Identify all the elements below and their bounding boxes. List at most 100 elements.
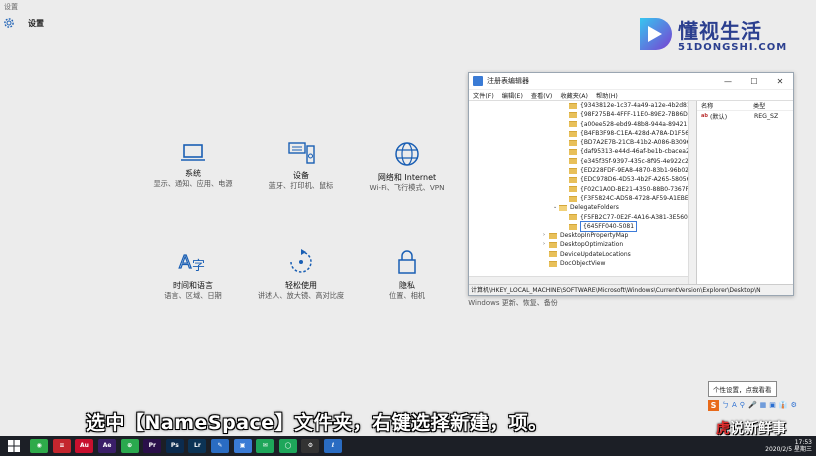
registry-tree[interactable]: {9343812e-1c37-4a49-a12e-4b2d810 {98F275B… bbox=[469, 101, 697, 284]
start-button[interactable] bbox=[0, 440, 28, 452]
tree-key-label: {B4FB3F98-C1EA-428d-A78A-D1F56 bbox=[580, 129, 690, 137]
tile-devices-desc: 蓝牙、打印机、鼠标 bbox=[268, 181, 334, 190]
folder-icon bbox=[569, 111, 577, 118]
tree-key-label: {EDC978D6-4D53-4b2F-A265-5805674 bbox=[580, 176, 697, 184]
tree-row[interactable]: {a00ee528-ebd9-48b8-944a-894211 bbox=[469, 120, 696, 129]
ime-toolbar[interactable]: S ㄅ A ⚲ 🎤 ▦ ▣ 👔 ⚙ bbox=[708, 399, 816, 411]
folder-icon bbox=[569, 130, 577, 137]
ime-tool-icon[interactable]: ⚲ bbox=[740, 401, 745, 409]
taskbar-pinned-apps: ◉ ≡ Au Ae ⊕ Pr Ps Lr ✎ ▣ ✉ ◯ ⚙ ℓ bbox=[28, 439, 344, 453]
tile-network-desc: Wi-Fi、飞行模式、VPN bbox=[369, 183, 445, 192]
column-name[interactable]: 名称 bbox=[701, 101, 753, 110]
tile-system[interactable]: 系统 显示、通知、应用、电源 bbox=[138, 142, 248, 189]
taskbar-app-icon[interactable]: Au bbox=[75, 439, 94, 453]
tree-row[interactable]: {BD7A2E7B-21CB-41b2-A086-B309684 bbox=[469, 138, 696, 147]
tree-key-label: {BD7A2E7B-21CB-41b2-A086-B309684 bbox=[580, 139, 697, 147]
ime-tool-icon[interactable]: ▦ bbox=[760, 401, 767, 409]
regedit-titlebar[interactable]: 注册表编辑器 — ☐ ✕ bbox=[469, 73, 793, 90]
tree-row[interactable]: {B4FB3F98-C1EA-428d-A78A-D1F56 bbox=[469, 129, 696, 138]
folder-icon bbox=[569, 139, 577, 146]
maximize-button[interactable]: ☐ bbox=[741, 77, 767, 86]
tree-key-label: DesktopInPropertyMap bbox=[560, 232, 629, 240]
minimize-button[interactable]: — bbox=[715, 77, 741, 86]
tree-key-label: DesktopOptimization bbox=[560, 241, 624, 249]
taskbar-app-icon[interactable]: ⊕ bbox=[120, 439, 139, 453]
taskbar-app-icon[interactable]: ✉ bbox=[256, 439, 275, 453]
tree-row[interactable]: {e345f35f-9397-435c-8f95-4e922c26 bbox=[469, 157, 696, 166]
ime-tool-icon[interactable]: A bbox=[732, 401, 737, 409]
tree-row[interactable]: {645FF040-5081 bbox=[469, 220, 696, 233]
folder-icon bbox=[549, 251, 557, 258]
ime-tool-icon[interactable]: ㄅ bbox=[722, 400, 729, 410]
taskbar-app-icon[interactable]: ◉ bbox=[30, 439, 49, 453]
taskbar-app-icon[interactable]: Ps bbox=[165, 439, 184, 453]
system-clock[interactable]: 17:53 2020/2/5 星期三 bbox=[765, 439, 816, 453]
tree-row[interactable]: DocObjectView bbox=[469, 259, 696, 268]
taskbar-app-icon[interactable]: ⚙ bbox=[301, 439, 320, 453]
tree-row[interactable]: {daf95313-e44d-46af-be1b-cbacea2 bbox=[469, 147, 696, 156]
brand-red-char: 虎 bbox=[716, 421, 730, 437]
tree-row[interactable]: {9343812e-1c37-4a49-a12e-4b2d810 bbox=[469, 101, 696, 110]
folder-icon bbox=[569, 102, 577, 109]
tree-key-label: DelegateFolders bbox=[570, 204, 619, 212]
taskbar-app-icon[interactable]: ℓ bbox=[324, 439, 343, 453]
value-row[interactable]: ab (默认) REG_SZ bbox=[697, 111, 793, 121]
tile-privacy[interactable]: 隐私 位置、相机 bbox=[352, 248, 462, 301]
tile-update-desc: Windows 更新、恢复、备份 bbox=[468, 299, 558, 307]
menu-edit[interactable]: 编辑(E) bbox=[502, 91, 523, 100]
tree-row[interactable]: {F3F5824C-AD58-4728-AF59-A1EBE3 bbox=[469, 194, 696, 203]
ime-tool-icon[interactable]: 👔 bbox=[779, 401, 788, 409]
regedit-title: 注册表编辑器 bbox=[487, 77, 529, 85]
registry-editor-window[interactable]: 注册表编辑器 — ☐ ✕ 文件(F) 编辑(E) 查看(V) 收藏夹(A) 帮助… bbox=[468, 72, 794, 296]
menu-help[interactable]: 帮助(H) bbox=[596, 91, 618, 100]
taskbar-app-icon[interactable]: Pr bbox=[143, 439, 162, 453]
tree-row[interactable]: › DesktopOptimization bbox=[469, 240, 696, 249]
ime-tool-icon[interactable]: 🎤 bbox=[748, 401, 757, 409]
folder-icon bbox=[569, 223, 577, 230]
watermark-cn: 懂视生活 bbox=[678, 19, 762, 43]
tile-time-language[interactable]: A 字 时间和语言 语言、区域、日期 bbox=[138, 248, 248, 301]
tree-row[interactable]: {98F275B4-4FFF-11E0-89E2-7B86DFF bbox=[469, 110, 696, 119]
video-subtitle: 选中【NameSpace】文件夹，右键选择新建，项。 bbox=[86, 412, 548, 434]
taskbar-app-icon[interactable]: ≡ bbox=[52, 439, 71, 453]
time-language-icon: A 字 bbox=[178, 251, 205, 274]
window-title: 设置 bbox=[4, 3, 18, 11]
tile-privacy-title: 隐私 bbox=[399, 281, 415, 290]
tree-row[interactable]: ⌄ DelegateFolders bbox=[469, 203, 696, 212]
tree-row[interactable]: {EDC978D6-4D53-4b2F-A265-5805674 bbox=[469, 175, 696, 184]
ease-of-access-icon bbox=[290, 249, 312, 273]
tree-row[interactable]: › DesktopInPropertyMap bbox=[469, 231, 696, 240]
taskbar-app-icon[interactable]: Lr bbox=[188, 439, 207, 453]
registry-values-pane[interactable]: 名称 类型 ab (默认) REG_SZ bbox=[697, 101, 793, 284]
ime-tool-icon[interactable]: ▣ bbox=[769, 401, 776, 409]
menu-view[interactable]: 查看(V) bbox=[531, 91, 552, 100]
tile-ease-of-access-desc: 讲述人、放大镜、高对比度 bbox=[257, 291, 345, 300]
tree-vertical-scrollbar[interactable] bbox=[688, 101, 696, 284]
taskbar-app-icon[interactable]: ◯ bbox=[278, 439, 297, 453]
folder-icon bbox=[549, 232, 557, 239]
tree-row[interactable]: {F02C1A0D-BE21-4350-88B0-7367FC bbox=[469, 185, 696, 194]
tile-network[interactable]: 网络和 Internet Wi-Fi、飞行模式、VPN bbox=[352, 140, 462, 193]
brand-rest: 说新鲜事 bbox=[730, 421, 786, 437]
menu-favorites[interactable]: 收藏夹(A) bbox=[560, 91, 588, 100]
taskbar-app-icon[interactable]: Ae bbox=[98, 439, 117, 453]
tree-key-label: {ED228FDF-9EA8-4870-83b1-96b02C bbox=[580, 167, 694, 175]
taskbar-app-icon[interactable]: ▣ bbox=[233, 439, 252, 453]
menu-file[interactable]: 文件(F) bbox=[473, 91, 494, 100]
close-button[interactable]: ✕ bbox=[767, 77, 793, 86]
folder-icon bbox=[569, 177, 577, 184]
value-name: (默认) bbox=[709, 113, 728, 121]
folder-icon bbox=[569, 214, 577, 221]
tree-row[interactable]: DeviceUpdateLocations bbox=[469, 250, 696, 259]
folder-icon bbox=[549, 242, 557, 249]
sogou-ime-logo[interactable]: S bbox=[708, 399, 719, 411]
tile-ease-of-access[interactable]: 轻松使用 讲述人、放大镜、高对比度 bbox=[246, 248, 356, 301]
ime-tool-icon[interactable]: ⚙ bbox=[791, 401, 797, 409]
tree-row[interactable]: {ED228FDF-9EA8-4870-83b1-96b02C bbox=[469, 166, 696, 175]
tree-key-label: {a00ee528-ebd9-48b8-944a-894211 bbox=[580, 120, 692, 128]
column-type[interactable]: 类型 bbox=[753, 101, 765, 110]
taskbar-app-icon[interactable]: ✎ bbox=[211, 439, 230, 453]
tree-horizontal-scrollbar[interactable] bbox=[469, 276, 688, 284]
tile-devices[interactable]: 设备 蓝牙、打印机、鼠标 bbox=[246, 140, 356, 191]
devices-icon bbox=[288, 142, 315, 164]
